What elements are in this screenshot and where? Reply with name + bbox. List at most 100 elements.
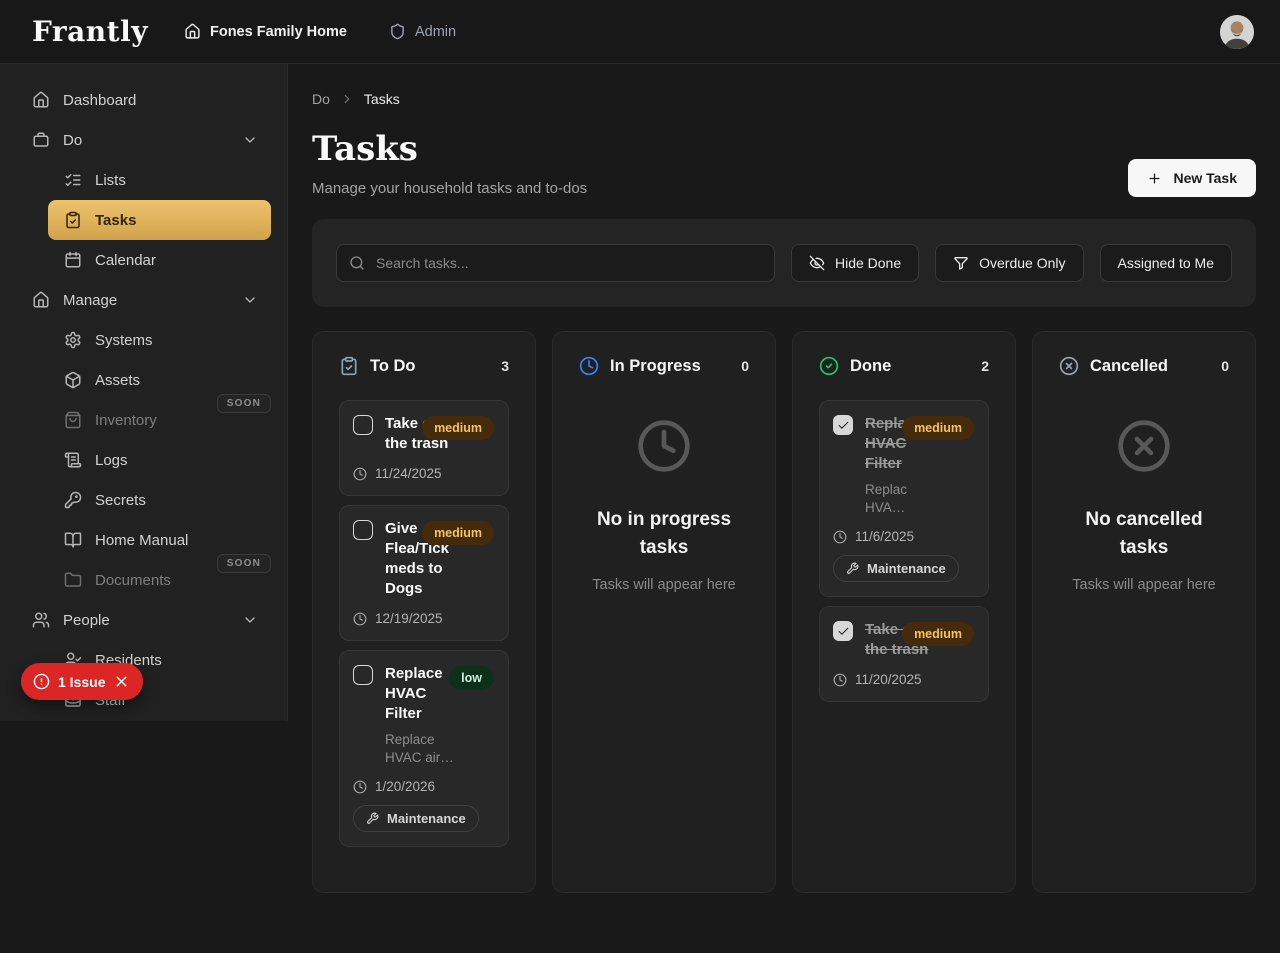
sidebar-item-label: Tasks (95, 212, 136, 229)
sidebar-item-calendar[interactable]: Calendar (48, 240, 271, 280)
issue-badge[interactable]: 1 Issue (21, 663, 143, 700)
new-task-button[interactable]: New Task (1128, 159, 1256, 197)
close-icon (113, 673, 130, 690)
task-checkbox[interactable] (833, 621, 853, 641)
sidebar-item-secrets[interactable]: Secrets (48, 480, 271, 520)
sidebar-item-tasks[interactable]: Tasks (48, 200, 271, 240)
task-checkbox[interactable] (353, 520, 373, 540)
key-icon (64, 491, 82, 509)
house-icon (184, 23, 201, 40)
task-card[interactable]: Replace HVAC FiltermediumReplac HVA…11/6… (819, 400, 989, 597)
breadcrumb: Do Tasks (312, 91, 1256, 107)
sidebar-item-lists[interactable]: Lists (48, 160, 271, 200)
user-avatar[interactable] (1220, 15, 1254, 49)
sidebar-item-label: Lists (95, 172, 126, 189)
filter-button-hide-done[interactable]: Hide Done (791, 244, 919, 282)
task-checkbox[interactable] (833, 415, 853, 435)
sidebar-item-manage[interactable]: Manage (16, 280, 271, 320)
page-title: Tasks (312, 129, 587, 169)
filter-button-assigned-to-me[interactable]: Assigned to Me (1100, 244, 1233, 282)
card-list: Take out the trashmedium11/24/2025Give F… (339, 400, 509, 847)
task-description: Replace HVAC air… (385, 731, 457, 767)
kanban-column-cancelled: Cancelled0No cancelled tasksTasks will a… (1032, 331, 1256, 893)
breadcrumb-parent[interactable]: Do (312, 91, 330, 107)
topnav-admin[interactable]: Admin (389, 23, 456, 40)
clock-icon (833, 673, 847, 687)
topbar: Frantly Fones Family Home Admin (0, 0, 1280, 64)
clock-icon (579, 356, 599, 376)
due-date: 12/19/2025 (353, 611, 495, 626)
sidebar-item-label: Assets (95, 372, 140, 389)
sidebar-item-inventory[interactable]: InventorySOON (48, 400, 271, 440)
search-input[interactable] (376, 255, 762, 271)
tag-pill[interactable]: Maintenance (833, 555, 959, 582)
filter-button-label: Overdue Only (979, 255, 1065, 271)
task-title: Replace HVAC Filter (385, 664, 453, 724)
clock-icon (353, 612, 367, 626)
topbar-nav: Fones Family Home Admin (184, 23, 456, 40)
task-card[interactable]: Give Flea/Tick meds to Dogsmedium12/19/2… (339, 505, 509, 641)
home-name-label: Fones Family Home (210, 24, 347, 40)
filter-button-overdue-only[interactable]: Overdue Only (935, 244, 1083, 282)
check-circle-icon (819, 356, 839, 376)
sidebar-item-systems[interactable]: Systems (48, 320, 271, 360)
sidebar-item-do[interactable]: Do (16, 120, 271, 160)
task-card[interactable]: Take out the trashmedium11/24/2025 (339, 400, 509, 496)
priority-badge: medium (422, 521, 494, 545)
clipboard-check-icon (64, 211, 82, 229)
main-content: Do Tasks Tasks Manage your household tas… (288, 64, 1280, 893)
due-date-label: 11/24/2025 (375, 466, 442, 481)
sidebar-item-label: Secrets (95, 492, 146, 509)
home-icon (32, 291, 50, 309)
search-box (336, 244, 775, 282)
page-subtitle: Manage your household tasks and to-dos (312, 180, 587, 197)
sidebar-item-logs[interactable]: Logs (48, 440, 271, 480)
box-icon (64, 371, 82, 389)
empty-state-subtitle: Tasks will appear here (1069, 575, 1219, 595)
empty-state: No in progress tasksTasks will appear he… (579, 418, 749, 595)
column-title: In Progress (610, 357, 701, 376)
due-date: 1/20/2026 (353, 779, 495, 794)
list-checks-icon (64, 171, 82, 189)
due-date-label: 11/6/2025 (855, 529, 914, 544)
due-date-label: 1/20/2026 (375, 779, 435, 794)
sidebar-item-people[interactable]: People (16, 600, 271, 640)
clock-icon (636, 418, 692, 474)
filter-button-label: Hide Done (835, 255, 901, 271)
filter-bar: Hide Done Overdue Only Assigned to Me (312, 219, 1256, 307)
kanban-board: To Do3Take out the trashmedium11/24/2025… (312, 331, 1256, 893)
column-count: 3 (501, 358, 509, 374)
column-title: Cancelled (1090, 357, 1168, 376)
task-card[interactable]: Take out the trashmedium11/20/2025 (819, 606, 989, 702)
task-description: Replac HVA… (865, 481, 937, 517)
due-date-label: 12/19/2025 (375, 611, 443, 626)
check-icon (837, 625, 850, 638)
search-icon (349, 255, 365, 271)
task-card[interactable]: Replace HVAC FilterlowReplace HVAC air…1… (339, 650, 509, 847)
calendar-icon (64, 251, 82, 269)
task-checkbox[interactable] (353, 415, 373, 435)
sidebar-item-dashboard[interactable]: Dashboard (16, 80, 271, 120)
wrench-icon (366, 812, 379, 825)
due-date: 11/6/2025 (833, 529, 975, 544)
gear-icon (64, 331, 82, 349)
sidebar-item-documents[interactable]: DocumentsSOON (48, 560, 271, 600)
card-list: Replace HVAC FiltermediumReplac HVA…11/6… (819, 400, 989, 702)
task-checkbox[interactable] (353, 665, 373, 685)
issue-badge-label: 1 Issue (58, 674, 105, 690)
tag-pill[interactable]: Maintenance (353, 805, 479, 832)
app-logo: Frantly (32, 15, 148, 48)
chevron-down-icon (242, 612, 258, 628)
x-circle-icon (1059, 356, 1079, 376)
home-icon (32, 91, 50, 109)
funnel-icon (953, 255, 969, 271)
empty-state-subtitle: Tasks will appear here (589, 575, 739, 595)
scroll-icon (64, 451, 82, 469)
page-header: Tasks Manage your household tasks and to… (312, 107, 1256, 197)
kanban-column-in-progress: In Progress0 No in progress tasksTasks wi… (552, 331, 776, 893)
briefcase-icon (32, 131, 50, 149)
alert-circle-icon (33, 673, 50, 690)
topnav-home[interactable]: Fones Family Home (184, 23, 347, 40)
column-header: In Progress0 (579, 356, 749, 376)
clipboard-check-icon (339, 356, 359, 376)
